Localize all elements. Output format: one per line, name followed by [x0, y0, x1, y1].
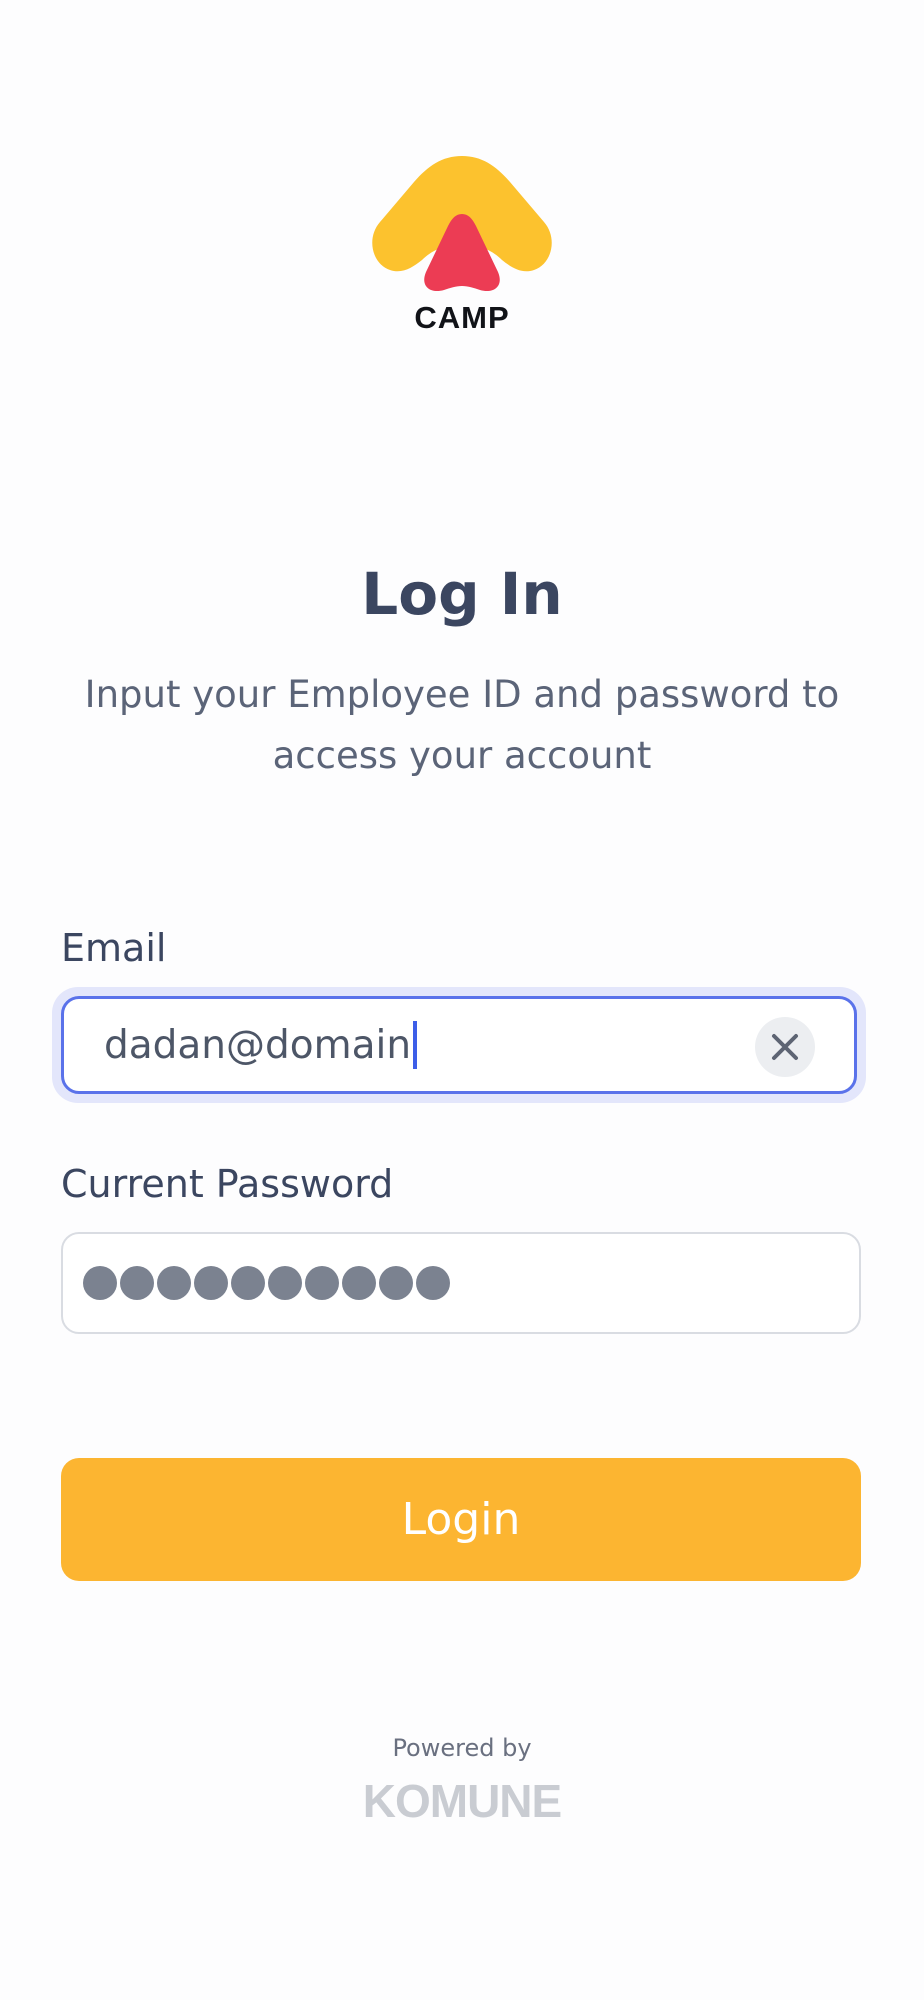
password-mask-dot — [231, 1266, 265, 1300]
camp-logo-mark — [372, 156, 552, 292]
close-icon — [772, 1034, 798, 1060]
password-mask-dot — [83, 1266, 117, 1300]
email-value-wrap: dadan@domain — [104, 1020, 418, 1072]
password-masked-value — [83, 1266, 450, 1300]
powered-by-label: Powered by — [392, 1734, 532, 1762]
password-mask-dot — [194, 1266, 228, 1300]
komune-logo: KOMUNE — [362, 1770, 562, 1844]
login-screen: CAMP Log In Input your Employee ID and p… — [0, 0, 924, 2000]
clear-email-button[interactable] — [755, 1017, 815, 1077]
page-subtitle: Input your Employee ID and password to a… — [84, 673, 840, 777]
password-mask-dot — [268, 1266, 302, 1300]
email-label: Email — [61, 926, 167, 970]
password-label: Current Password — [61, 1162, 394, 1206]
text-caret — [413, 1020, 418, 1069]
password-mask-dot — [120, 1266, 154, 1300]
camp-logo: CAMP — [362, 150, 562, 340]
email-field[interactable]: dadan@domain — [61, 996, 857, 1094]
password-mask-dot — [379, 1266, 413, 1300]
password-mask-dot — [342, 1266, 376, 1300]
password-mask-dot — [305, 1266, 339, 1300]
password-mask-dot — [157, 1266, 191, 1300]
camp-logo-text: CAMP — [414, 300, 510, 335]
email-value: dadan@domain — [104, 1023, 412, 1068]
password-field[interactable] — [61, 1232, 861, 1334]
komune-logo-text: KOMUNE — [362, 1775, 562, 1827]
page-title: Log In — [361, 560, 563, 628]
password-mask-dot — [416, 1266, 450, 1300]
login-button[interactable]: Login — [61, 1458, 861, 1581]
